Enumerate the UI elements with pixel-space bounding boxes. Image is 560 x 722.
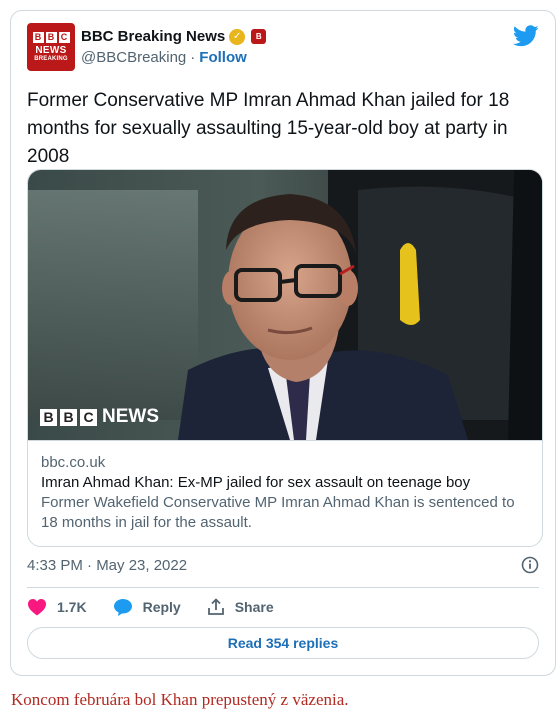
tweet-header: B B C NEWS BREAKING BBC Breaking News ✓ … bbox=[27, 23, 539, 79]
bbc-org-badge-icon: B bbox=[251, 29, 267, 44]
share-label: Share bbox=[234, 599, 274, 615]
tweet-actions: 1.7K Reply Share bbox=[27, 596, 300, 618]
account-handle[interactable]: @BBCBreaking bbox=[81, 49, 186, 66]
heart-icon bbox=[28, 599, 46, 616]
reply-button[interactable]: Reply bbox=[113, 598, 181, 616]
like-button[interactable]: 1.7K bbox=[27, 598, 87, 616]
watermark-block-b2: B bbox=[60, 408, 77, 426]
read-replies-button[interactable]: Read 354 replies bbox=[27, 627, 539, 659]
avatar-breaking-text: BREAKING bbox=[34, 55, 68, 62]
watermark-news-word: NEWS bbox=[102, 406, 159, 427]
handle-row: @BBCBreaking · Follow bbox=[81, 49, 266, 66]
bbc-breaking-avatar[interactable]: B B C NEWS BREAKING bbox=[27, 23, 75, 71]
like-count: 1.7K bbox=[57, 599, 87, 615]
article-caption: Koncom februára bol Khan prepustený z vä… bbox=[11, 690, 349, 709]
tweet-timestamp[interactable]: 4:33 PM · May 23, 2022 bbox=[27, 557, 187, 574]
card-image[interactable]: B B C NEWS bbox=[28, 170, 542, 440]
share-button[interactable]: Share bbox=[207, 598, 274, 616]
reply-bubble-icon bbox=[113, 599, 132, 616]
avatar-block-b2: B bbox=[45, 31, 57, 43]
bbc-news-watermark: B B C NEWS bbox=[40, 406, 159, 428]
info-icon[interactable] bbox=[521, 556, 539, 574]
tweet-text: Former Conservative MP Imran Ahmad Khan … bbox=[27, 90, 510, 167]
avatar-block-b1: B bbox=[32, 31, 44, 43]
verified-badge-icon: ✓ bbox=[229, 28, 246, 45]
card-title: Imran Ahmad Khan: Ex-MP jailed for sex a… bbox=[41, 474, 471, 491]
follow-link[interactable]: Follow bbox=[199, 49, 247, 66]
avatar-news-text: NEWS bbox=[35, 44, 67, 56]
link-card[interactable]: B B C NEWS bbc.co.uk Imran Ahmad Khan: E… bbox=[27, 169, 543, 547]
card-domain: bbc.co.uk bbox=[41, 454, 106, 471]
account-names: BBC Breaking News ✓ B @BBCBreaking · Fol… bbox=[81, 28, 267, 66]
actions-divider bbox=[27, 587, 539, 588]
display-name-row: BBC Breaking News ✓ B bbox=[81, 28, 267, 45]
card-photo bbox=[28, 170, 542, 440]
twitter-bird-icon[interactable] bbox=[513, 25, 539, 47]
card-description: Former Wakefield Conservative MP Imran A… bbox=[41, 494, 515, 531]
reply-label: Reply bbox=[142, 599, 181, 615]
display-name[interactable]: BBC Breaking News bbox=[81, 28, 225, 45]
card-body[interactable]: bbc.co.uk Imran Ahmad Khan: Ex-MP jailed… bbox=[28, 440, 542, 546]
avatar-bbc-blocks: B B C bbox=[32, 31, 70, 43]
handle-separator: · bbox=[190, 49, 196, 66]
avatar-block-c: C bbox=[58, 31, 70, 43]
share-icon bbox=[207, 598, 224, 615]
watermark-block-b1: B bbox=[40, 408, 57, 426]
watermark-block-c: C bbox=[80, 408, 97, 426]
embedded-tweet: B B C NEWS BREAKING BBC Breaking News ✓ … bbox=[10, 10, 556, 676]
